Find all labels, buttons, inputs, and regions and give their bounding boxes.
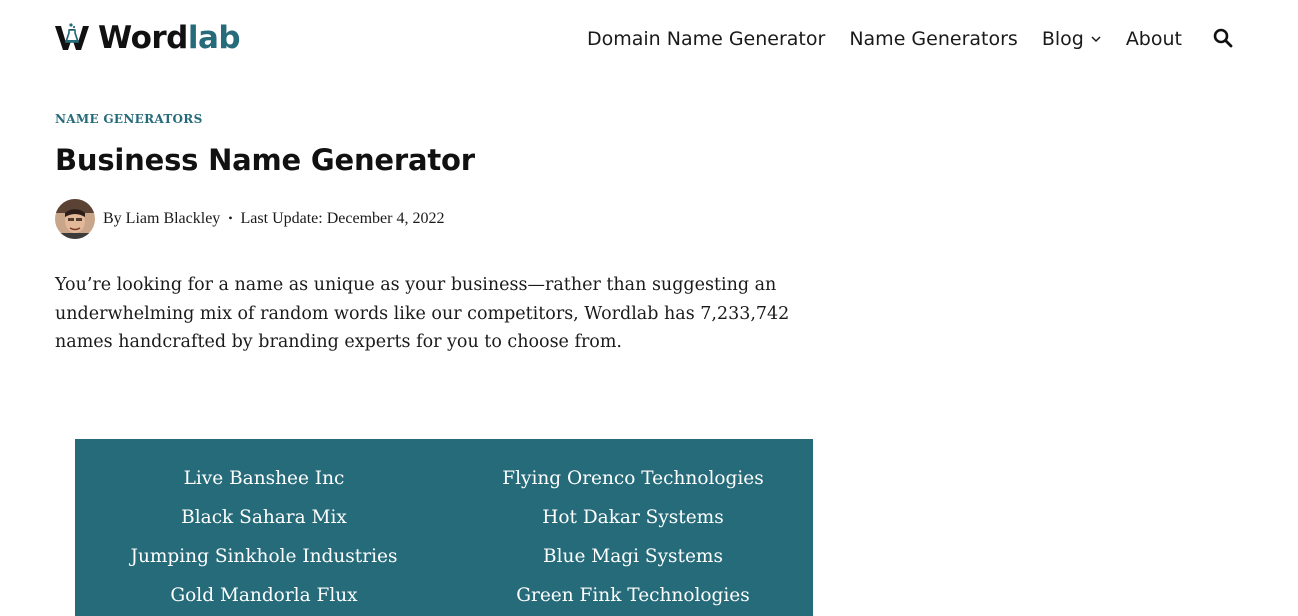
nav-label: Name Generators	[849, 28, 1018, 50]
name-result[interactable]: Green Fink Technologies	[453, 580, 813, 616]
name-result[interactable]: Jumping Sinkhole Industries	[75, 541, 453, 580]
avatar-image	[55, 198, 95, 239]
nav-label: Blog	[1041, 28, 1084, 50]
author-link[interactable]: Liam Blackley	[126, 210, 221, 228]
search-icon[interactable]	[1213, 28, 1233, 48]
category-link[interactable]: NAME GENERATORS	[55, 112, 203, 126]
name-result[interactable]: Live Banshee Inc	[75, 463, 453, 502]
nav-blog[interactable]: Blog	[1042, 24, 1102, 54]
post-meta: By Liam Blackley • Last Update: December…	[55, 198, 444, 239]
name-result[interactable]: Hot Dakar Systems	[453, 502, 813, 541]
logo-accent: lab	[187, 20, 241, 56]
generated-names-panel: Live Banshee Inc Flying Orenco Technolog…	[75, 439, 813, 616]
name-result[interactable]: Blue Magi Systems	[453, 541, 813, 580]
chevron-down-icon	[1091, 36, 1101, 43]
wordlab-logo[interactable]: Wordlab	[54, 20, 241, 56]
names-grid: Live Banshee Inc Flying Orenco Technolog…	[75, 463, 813, 616]
site-header: Wordlab Domain Name Generator Name Gener…	[0, 0, 1298, 78]
flask-logo-icon	[55, 23, 89, 50]
meta-by: By	[103, 209, 122, 227]
intro-paragraph: You’re looking for a name as unique as y…	[55, 275, 790, 353]
last-update: Last Update: December 4, 2022	[240, 209, 445, 227]
nav-domain-name-generator[interactable]: Domain Name Generator	[587, 24, 825, 54]
nav-label: About	[1125, 28, 1182, 50]
author-avatar[interactable]	[55, 198, 95, 239]
nav-label: Domain Name Generator	[586, 28, 826, 50]
nav-name-generators[interactable]: Name Generators	[849, 24, 1017, 54]
logo-text: Wordlab	[98, 20, 241, 56]
main-nav: Domain Name Generator Name Generators Bl…	[587, 24, 1182, 54]
meta-separator: •	[228, 211, 233, 225]
name-result[interactable]: Gold Mandorla Flux	[75, 580, 453, 616]
name-result[interactable]: Black Sahara Mix	[75, 502, 453, 541]
page-title: Business Name Generator	[55, 143, 475, 177]
name-result[interactable]: Flying Orenco Technologies	[453, 463, 813, 502]
nav-about[interactable]: About	[1126, 24, 1182, 54]
logo-word: Word	[98, 20, 188, 56]
